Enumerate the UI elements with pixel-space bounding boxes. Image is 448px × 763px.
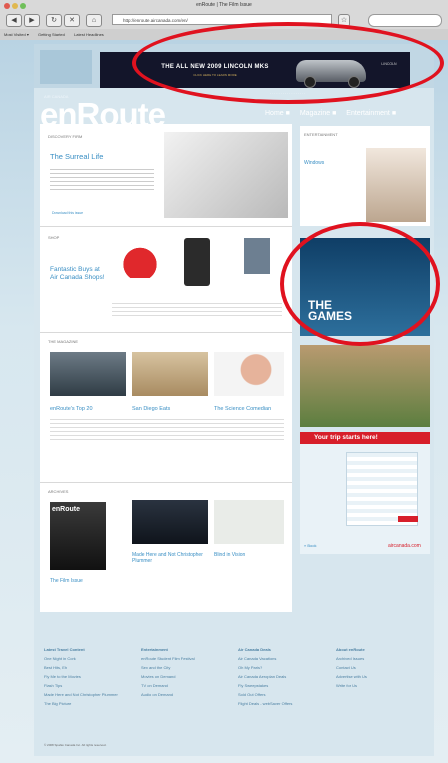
- footer-heading: Air Canada Deals: [238, 647, 271, 652]
- ent-title[interactable]: Windows: [304, 160, 324, 166]
- bookmark-item[interactable]: Getting Started: [38, 32, 65, 37]
- footer-link[interactable]: Air Canada Aeroplan Deals: [238, 674, 330, 679]
- footer-link[interactable]: Contact Us: [336, 665, 428, 670]
- footer-link[interactable]: Write for Us: [336, 683, 428, 688]
- archive-image-2[interactable]: [132, 500, 208, 544]
- archive-title[interactable]: Made Here and Not Christopher Plummer: [132, 552, 208, 564]
- section-label: DISCOVERY FIRM: [48, 134, 83, 139]
- footer-link[interactable]: enRoute Student Film Festival: [141, 656, 233, 661]
- mag-title[interactable]: enRoute's Top 20: [50, 406, 93, 412]
- search-input[interactable]: [368, 14, 442, 27]
- footer-link[interactable]: Sex and the City: [141, 665, 233, 670]
- copyright: © 2008 Spafax Canada Inc. All rights res…: [44, 743, 107, 747]
- home-icon[interactable]: ⌂: [86, 14, 102, 27]
- footer-heading: About enRoute: [336, 647, 365, 652]
- nav-entertainment[interactable]: Entertainment ■: [346, 110, 396, 117]
- nav-magazine[interactable]: Magazine ■: [300, 110, 337, 117]
- shop-title[interactable]: Fantastic Buys at Air Canada Shops!: [50, 266, 105, 282]
- ent-image[interactable]: [366, 148, 426, 222]
- bookmark-item[interactable]: Most Visited ▾: [4, 32, 29, 37]
- booking-form[interactable]: [346, 452, 418, 526]
- footer-col-1: Latest Travel Content One Night in Cork …: [44, 647, 136, 710]
- close-window-button[interactable]: [4, 3, 10, 9]
- footer-link[interactable]: One Night in Cork: [44, 656, 136, 661]
- archive-title[interactable]: The Film Issue: [50, 578, 83, 584]
- footer-link[interactable]: Fly Me to the Movies: [44, 674, 136, 679]
- footer-col-4: About enRoute Archived Issues Contact Us…: [336, 647, 428, 692]
- book-link[interactable]: » Book: [304, 543, 316, 548]
- aircanada-brand[interactable]: aircanada.com: [388, 543, 421, 549]
- highlight-oval-right: [280, 222, 440, 346]
- divider: [40, 332, 292, 333]
- book-image[interactable]: [244, 238, 270, 274]
- main-nav: Home ■ Magazine ■ Entertainment ■: [265, 110, 404, 117]
- footer-link[interactable]: Air Canada Vacations: [238, 656, 330, 661]
- footer-col-3: Air Canada Deals Air Canada Vacations Oh…: [238, 647, 330, 710]
- footer-link[interactable]: Flash Tips: [44, 683, 136, 688]
- zoom-window-button[interactable]: [20, 3, 26, 9]
- footer-link[interactable]: Archived Issues: [336, 656, 428, 661]
- highlight-oval-top: [132, 22, 444, 104]
- mag-image-1[interactable]: [50, 352, 126, 396]
- footer-link[interactable]: Advertise with Us: [336, 674, 428, 679]
- cap-image[interactable]: [118, 244, 162, 278]
- section-label: ENTERTAINMENT: [304, 132, 338, 137]
- bookmark-item[interactable]: Latest Headlines: [74, 32, 104, 37]
- footer-col-2: Entertainment enRoute Student Film Festi…: [141, 647, 233, 701]
- nav-home[interactable]: Home ■: [265, 110, 290, 117]
- footer-link[interactable]: Audio on Demand: [141, 692, 233, 697]
- footer-link[interactable]: Oh My Paris?: [238, 665, 330, 670]
- mag-image-2[interactable]: [132, 352, 208, 396]
- feature-image[interactable]: [164, 132, 288, 218]
- section-label: ARCHIVES: [48, 489, 69, 494]
- footer-link[interactable]: Flight Deals - webSaver Offers: [238, 701, 330, 706]
- back-icon[interactable]: ◀: [6, 14, 22, 27]
- hammock-ad[interactable]: [300, 345, 430, 427]
- feature-title[interactable]: The Surreal Life: [50, 152, 103, 161]
- divider: [40, 226, 292, 227]
- footer-link[interactable]: Fly Sweepstakes: [238, 683, 330, 688]
- footer-heading: Entertainment: [141, 647, 168, 652]
- footer-link[interactable]: Made Here and Not Christopher Plummer: [44, 692, 136, 697]
- divider: [40, 482, 292, 483]
- search-flights-button[interactable]: [398, 516, 418, 522]
- entertainment-box: ENTERTAINMENT Windows: [300, 126, 430, 226]
- stop-icon[interactable]: ✕: [64, 14, 80, 27]
- footer-link[interactable]: The Big Picture: [44, 701, 136, 706]
- map-image[interactable]: [214, 500, 284, 544]
- cover-logo: enRoute: [52, 506, 80, 513]
- mag-title[interactable]: The Science Comedian: [214, 406, 271, 412]
- mag-text: [50, 416, 284, 442]
- footer-link[interactable]: TV on Demand: [141, 683, 233, 688]
- luggage-image[interactable]: [184, 238, 210, 286]
- footer-link[interactable]: Best Hits, Eh: [44, 665, 136, 670]
- footer-link[interactable]: Movies on Demand: [141, 674, 233, 679]
- window-title: enRoute | The Film Issue: [196, 2, 252, 8]
- shop-captions: [112, 300, 282, 318]
- small-ad[interactable]: [40, 50, 92, 84]
- booking-title: Your trip starts here!: [314, 434, 378, 441]
- feature-text: [50, 166, 154, 192]
- footer-link[interactable]: Sold Out Offers: [238, 692, 330, 697]
- footer-heading: Latest Travel Content: [44, 647, 85, 652]
- mag-title[interactable]: San Diego Eats: [132, 406, 170, 412]
- archive-title[interactable]: Blind in Vision: [214, 552, 284, 558]
- mag-image-3[interactable]: [214, 352, 284, 396]
- minimize-window-button[interactable]: [12, 3, 18, 9]
- section-label: THE MAGAZINE: [48, 339, 79, 344]
- feature-link[interactable]: Download this issue: [52, 211, 83, 215]
- forward-icon[interactable]: ▶: [24, 14, 40, 27]
- reload-icon[interactable]: ↻: [46, 14, 62, 27]
- section-label: SHOP: [48, 235, 60, 240]
